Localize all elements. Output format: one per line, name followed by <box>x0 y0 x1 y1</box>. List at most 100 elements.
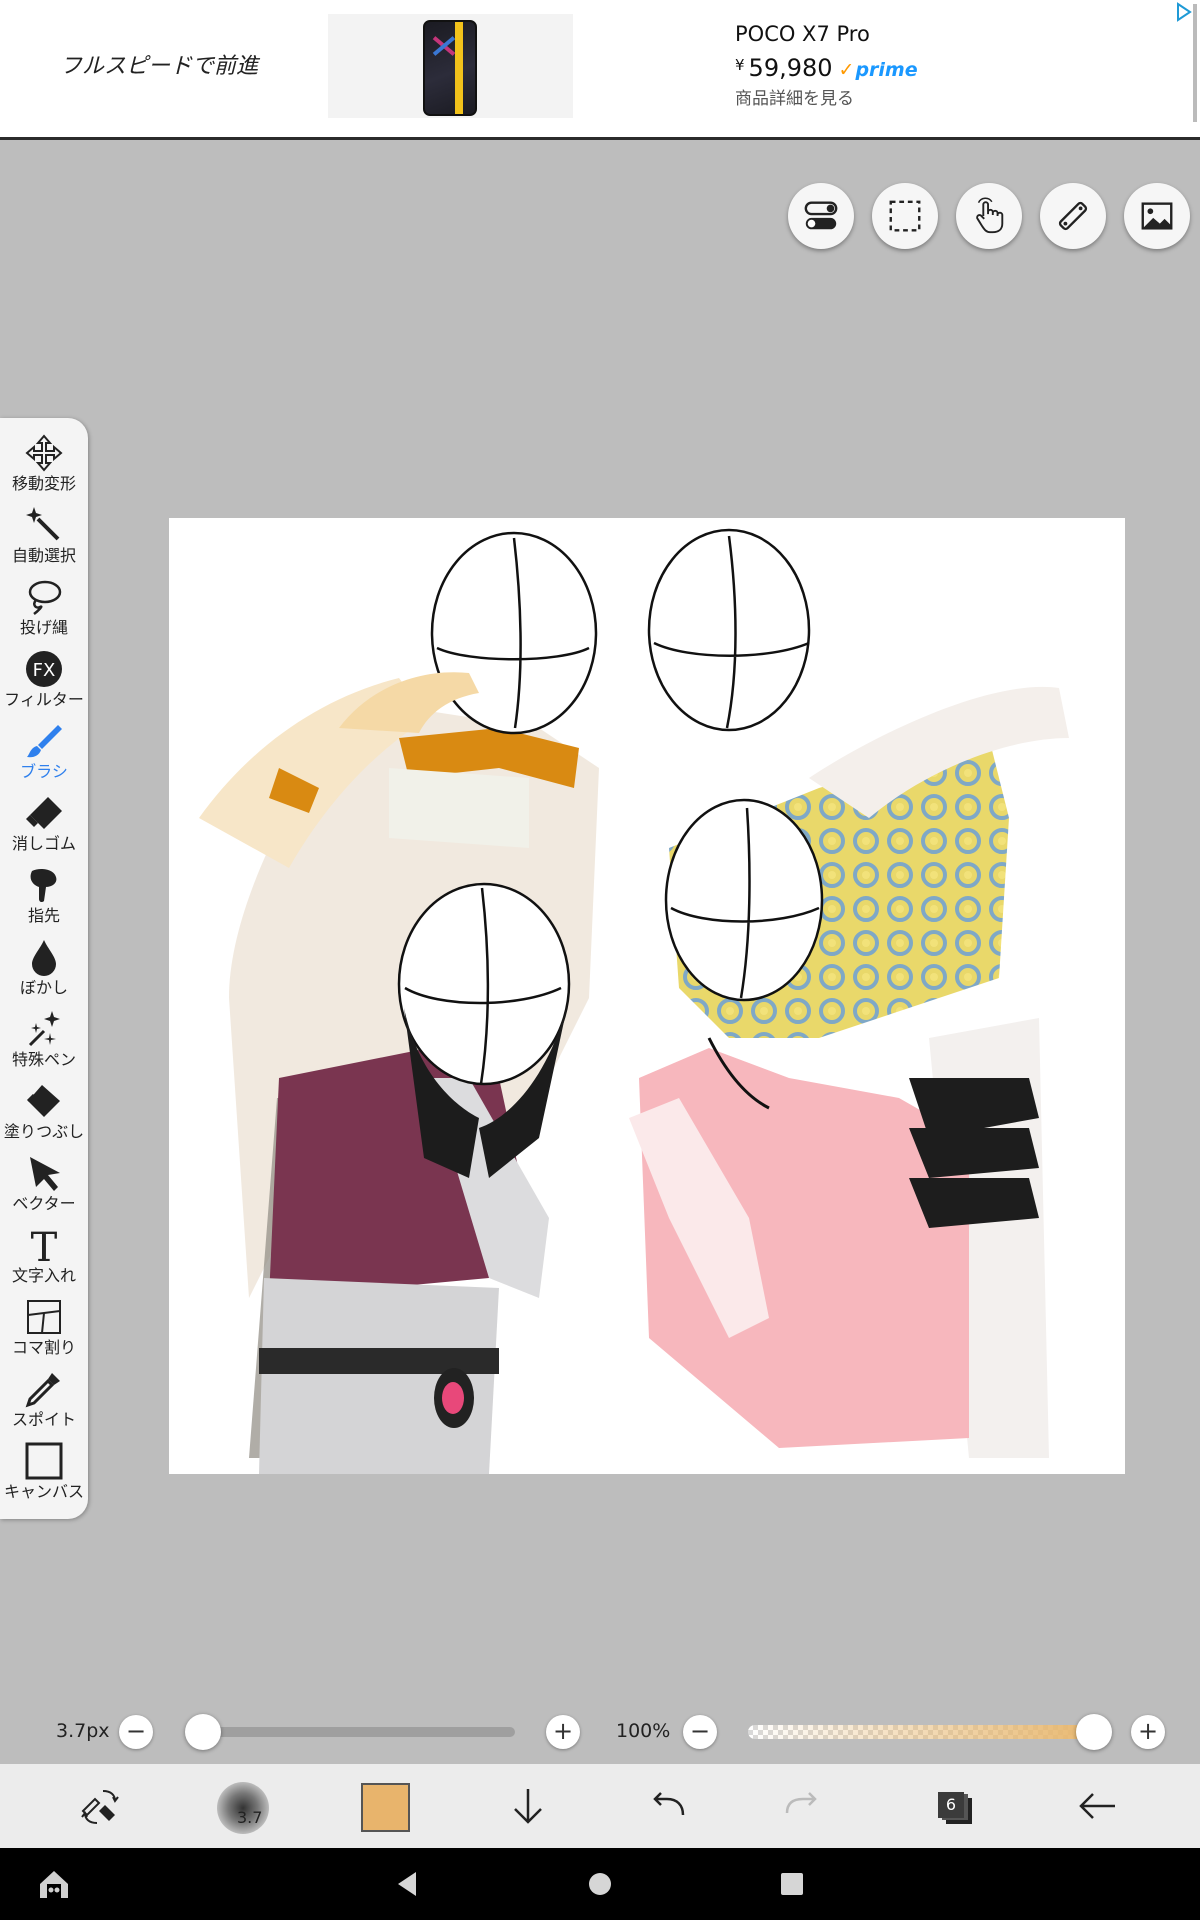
tool-palette: 移動変形 自動選択 投げ縄 FX フィルター ブラシ 消しゴム 指先 ぼかし 特… <box>0 418 88 1519</box>
download-layer-button[interactable] <box>483 1764 573 1848</box>
hand-touch-icon <box>976 197 1004 234</box>
move-transform-icon <box>0 433 88 475</box>
nav-recents-icon[interactable] <box>776 1868 808 1900</box>
ad-banner[interactable]: フルスピードで前進 POCO X7 Pro ¥59,980 ✓prime 商品詳細… <box>0 0 1200 140</box>
nav-back-icon[interactable] <box>392 1868 424 1900</box>
opacity-decrease-button[interactable]: − <box>683 1715 717 1749</box>
bottom-action-bar <box>0 1764 1200 1848</box>
eraser-icon <box>0 793 88 835</box>
system-navigation-bar <box>0 1848 1200 1920</box>
tool-vector[interactable]: ベクター <box>0 1151 88 1223</box>
tool-filter[interactable]: FX フィルター <box>0 647 88 719</box>
brush-size-value: 3.7px <box>56 1720 110 1742</box>
arrow-down-icon <box>514 1789 542 1824</box>
tool-label: 文字入れ <box>11 1266 76 1285</box>
price-value: 59,980 <box>748 54 833 82</box>
tool-eyedropper[interactable]: スポイト <box>0 1367 88 1439</box>
svg-text:FX: FX <box>33 660 56 681</box>
fill-bucket-icon <box>0 1081 88 1123</box>
tool-label: 投げ縄 <box>19 618 68 637</box>
prime-badge: ✓prime <box>838 59 918 81</box>
tool-fill[interactable]: 塗りつぶし <box>0 1079 88 1151</box>
tool-canvas[interactable]: キャンバス <box>0 1439 88 1511</box>
tool-label: 塗りつぶし <box>3 1122 85 1141</box>
svg-text:T: T <box>31 1225 58 1265</box>
magic-wand-icon <box>0 505 88 547</box>
tool-text[interactable]: T 文字入れ <box>0 1223 88 1295</box>
tool-eraser[interactable]: 消しゴム <box>0 791 88 863</box>
ruler-icon <box>1058 201 1088 231</box>
back-button[interactable] <box>1053 1764 1143 1848</box>
special-pen-icon <box>0 1009 88 1051</box>
ad-slogan: フルスピードで前進 <box>60 54 259 79</box>
tool-label: 特殊ペン <box>11 1050 76 1069</box>
opacity-value: 100% <box>616 1720 671 1742</box>
lasso-icon <box>0 577 88 619</box>
brush-icon <box>0 721 88 763</box>
tool-label: 消しゴム <box>11 834 76 853</box>
tool-label: 移動変形 <box>11 474 76 493</box>
tool-label: ベクター <box>12 1194 76 1213</box>
toggle-settings-button[interactable] <box>788 183 854 249</box>
selection-button[interactable] <box>872 183 938 249</box>
brush-size-increase-button[interactable]: + <box>546 1715 580 1749</box>
brush-size-slider-thumb[interactable] <box>185 1714 221 1750</box>
tool-label: ぼかし <box>19 978 68 997</box>
ad-scrollbar <box>1193 4 1197 122</box>
ad-price: ¥59,980 ✓prime <box>735 54 918 82</box>
ad-detail-link[interactable]: 商品詳細を見る <box>735 84 854 109</box>
tool-magic-wand[interactable]: 自動選択 <box>0 503 88 575</box>
tool-lasso[interactable]: 投げ縄 <box>0 575 88 647</box>
tool-label: コマ割り <box>11 1338 76 1357</box>
opacity-slider[interactable] <box>748 1725 1093 1739</box>
image-reference-button[interactable] <box>1124 183 1190 249</box>
brush-preview-size: 3.7 <box>237 1808 263 1827</box>
house-shortcut-icon[interactable] <box>36 1866 72 1902</box>
layer-count: 6 <box>938 1792 964 1818</box>
fx-filter-icon: FX <box>0 649 88 691</box>
tool-label: 指先 <box>27 906 60 925</box>
undo-icon <box>653 1792 685 1816</box>
vector-arrow-icon <box>0 1153 88 1195</box>
drawing-canvas[interactable] <box>169 518 1125 1474</box>
toggle-settings-icon <box>804 201 838 230</box>
arrow-left-icon <box>1079 1793 1115 1819</box>
text-icon: T <box>0 1225 88 1271</box>
canvas-icon <box>0 1441 88 1483</box>
ad-product-title[interactable]: POCO X7 Pro <box>735 22 870 46</box>
blur-drop-icon <box>0 937 88 979</box>
tool-move-transform[interactable]: 移動変形 <box>0 431 88 503</box>
tool-special-pen[interactable]: 特殊ペン <box>0 1007 88 1079</box>
artwork-illustration <box>199 528 1069 1474</box>
finger-smudge-icon <box>0 865 88 907</box>
panel-frame-icon <box>0 1297 88 1339</box>
prime-check-icon: ✓ <box>838 59 855 81</box>
tool-label: 自動選択 <box>11 546 76 565</box>
phone-image <box>423 20 477 116</box>
opacity-increase-button[interactable]: + <box>1131 1715 1165 1749</box>
swap-pen-eraser-icon <box>81 1790 119 1824</box>
tool-label: スポイト <box>11 1410 76 1429</box>
touch-gesture-button[interactable] <box>956 183 1022 249</box>
eyedropper-icon <box>0 1369 88 1411</box>
brush-size-decrease-button[interactable]: − <box>119 1715 153 1749</box>
redo-button[interactable] <box>755 1764 845 1848</box>
opacity-slider-thumb[interactable] <box>1076 1714 1112 1750</box>
nav-home-icon[interactable] <box>584 1868 616 1900</box>
current-color-swatch[interactable] <box>361 1783 410 1832</box>
ruler-button[interactable] <box>1040 183 1106 249</box>
currency-symbol: ¥ <box>735 56 745 74</box>
brush-size-slider[interactable] <box>187 1727 515 1737</box>
tool-label: ブラシ <box>20 762 68 781</box>
tool-brush[interactable]: ブラシ <box>0 719 88 791</box>
selection-icon <box>889 200 921 232</box>
tool-blur[interactable]: ぼかし <box>0 935 88 1007</box>
tool-smudge[interactable]: 指先 <box>0 863 88 935</box>
swap-brush-eraser-button[interactable] <box>55 1764 145 1848</box>
redo-icon <box>785 1792 817 1814</box>
tool-panel-frame[interactable]: コマ割り <box>0 1295 88 1367</box>
undo-button[interactable] <box>625 1764 715 1848</box>
ad-product-image[interactable] <box>328 14 573 118</box>
tool-label: フィルター <box>4 690 84 709</box>
image-icon <box>1141 202 1173 230</box>
